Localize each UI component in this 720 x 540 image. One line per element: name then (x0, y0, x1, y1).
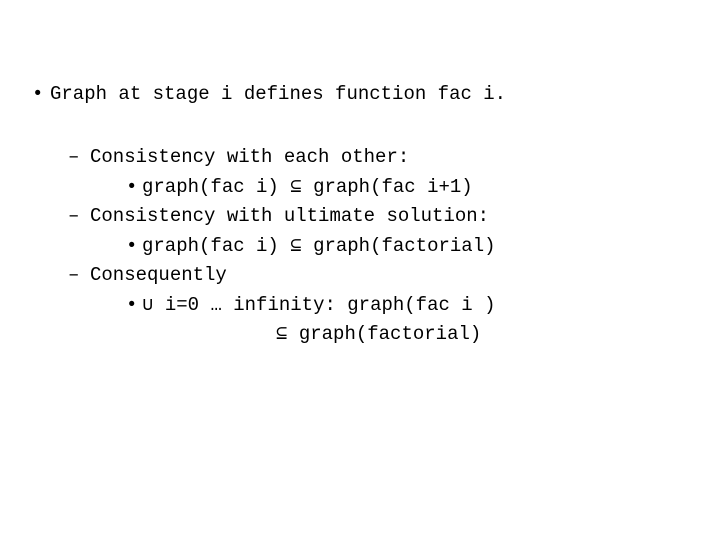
sub-item-3-detail-text: ∪ i=0 … infinity: graph(fac i ) (142, 294, 496, 316)
sub-item-1-label: Consistency with each other: (90, 146, 409, 168)
sub-item-3-detail-line2: ⊆ graph(factorial) (68, 320, 700, 349)
main-bullet-line: •Graph at stage i defines function fac i… (20, 80, 700, 109)
dot-icon: • (126, 173, 142, 202)
dot-icon: • (126, 232, 142, 261)
sub-item-2: –Consistency with ultimate solution: (68, 202, 700, 231)
sub-item-3: –Consequently (68, 261, 700, 290)
sub-item-2-detail-text: graph(fac i) ⊆ graph(factorial) (142, 235, 496, 257)
sub-item-3-label: Consequently (90, 264, 227, 286)
sub-item-1: –Consistency with each other: (68, 143, 700, 172)
sub-item-1-detail-text: graph(fac i) ⊆ graph(fac i+1) (142, 176, 473, 198)
dash-icon: – (68, 143, 90, 172)
dash-icon: – (68, 202, 90, 231)
sub-item-3-detail: •∪ i=0 … infinity: graph(fac i ) (68, 291, 700, 320)
slide-body: •Graph at stage i defines function fac i… (0, 0, 720, 370)
sub-item-2-label: Consistency with ultimate solution: (90, 205, 489, 227)
sub-list: –Consistency with each other: •graph(fac… (20, 143, 700, 349)
sub-item-1-detail: •graph(fac i) ⊆ graph(fac i+1) (68, 173, 700, 202)
sub-item-3-detail-text2: ⊆ graph(factorial) (276, 323, 481, 345)
dash-icon: – (68, 261, 90, 290)
bullet-icon: • (32, 80, 50, 109)
main-bullet-text: Graph at stage i defines function fac i. (50, 83, 506, 105)
sub-item-2-detail: •graph(fac i) ⊆ graph(factorial) (68, 232, 700, 261)
dot-icon: • (126, 291, 142, 320)
